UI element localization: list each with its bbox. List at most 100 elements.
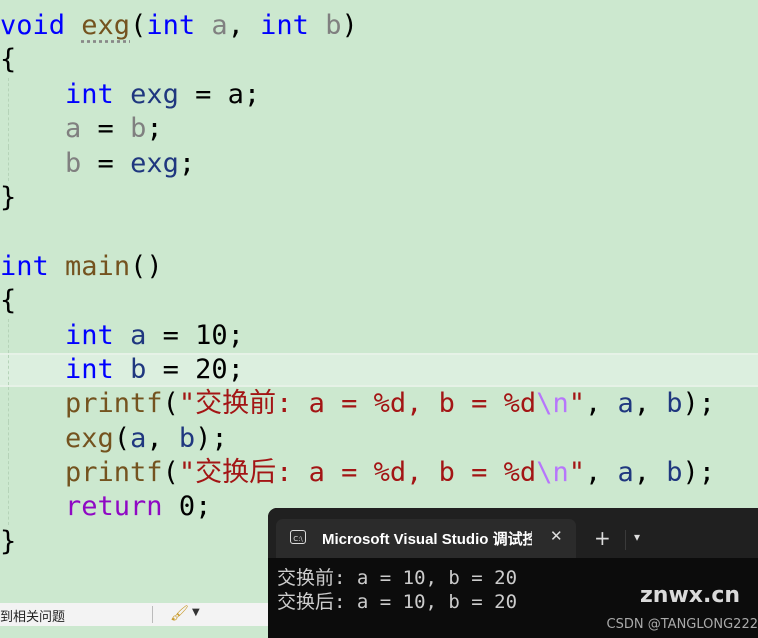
divider xyxy=(152,606,153,623)
code-line[interactable] xyxy=(0,215,758,249)
brush-icon[interactable]: 🖌 xyxy=(170,604,189,622)
indent-guide xyxy=(8,354,9,386)
code-token: , xyxy=(146,422,179,454)
code-line[interactable]: } xyxy=(0,181,758,215)
code-token: void xyxy=(0,10,66,41)
indent-guide xyxy=(8,490,9,525)
indent-guide xyxy=(8,456,9,491)
status-text[interactable]: 到相关问题 xyxy=(0,606,65,625)
code-token: b xyxy=(130,353,147,385)
code-token: b xyxy=(65,147,82,179)
code-token: \n xyxy=(536,457,569,489)
indent-guide xyxy=(8,387,9,422)
code-line[interactable]: printf("交换后: a = %d, b = %d\n", a, b); xyxy=(0,456,758,491)
code-token: ); xyxy=(682,457,716,489)
code-token: return xyxy=(65,491,163,523)
code-token: " xyxy=(568,457,585,489)
output-line: 交换后: a = 10, b = 20 xyxy=(277,591,518,613)
code-token: b xyxy=(178,422,196,454)
code-token: "交换后: a = %d, b = %d xyxy=(178,457,537,489)
code-token: exg xyxy=(130,78,179,110)
code-line[interactable]: { xyxy=(0,43,758,77)
code-token: a xyxy=(211,10,228,41)
code-token: int xyxy=(65,353,114,385)
indent-guide xyxy=(8,146,9,181)
indent-guide xyxy=(8,112,9,147)
code-token: a xyxy=(617,457,634,489)
code-editor[interactable]: void exg(int a, int b){ int exg = a; a =… xyxy=(0,9,758,559)
code-token: int xyxy=(260,10,309,41)
tab-title: Microsoft Visual Studio 调试控制台 xyxy=(322,531,532,548)
watermark-site: znwx.cn xyxy=(640,583,741,608)
code-token: printf xyxy=(65,457,163,489)
code-line[interactable]: int b = 20; xyxy=(0,352,758,388)
terminal-tab-bar: C:\ Microsoft Visual Studio 调试控制台 ✕ + ▾ xyxy=(268,508,758,558)
code-line[interactable]: int main() xyxy=(0,250,758,284)
code-token: , xyxy=(633,388,667,420)
code-line[interactable]: int a = 10; xyxy=(0,318,758,353)
terminal-window: C:\ Microsoft Visual Studio 调试控制台 ✕ + ▾ … xyxy=(268,508,758,638)
code-line[interactable]: { xyxy=(0,284,758,318)
code-line[interactable]: a = b; xyxy=(0,112,758,147)
code-token: int xyxy=(65,319,114,351)
code-line[interactable]: int exg = a; xyxy=(0,77,758,113)
code-token: = xyxy=(81,113,131,145)
code-token: ); xyxy=(682,388,716,420)
code-token: , xyxy=(584,457,618,489)
code-token: printf xyxy=(65,388,163,420)
console-icon: C:\ xyxy=(290,530,306,544)
code-token: } xyxy=(0,525,17,557)
code-token: b xyxy=(666,457,683,489)
code-token: ) xyxy=(341,10,358,41)
code-token: () xyxy=(130,250,163,282)
code-token: int xyxy=(65,78,114,110)
indent-guide xyxy=(8,421,9,457)
code-token: b xyxy=(666,388,683,420)
code-line[interactable]: void exg(int a, int b) xyxy=(0,9,758,43)
code-token: exg xyxy=(65,422,114,454)
indent-guide xyxy=(8,318,9,353)
code-token: a xyxy=(617,388,634,420)
code-token: int xyxy=(0,250,49,282)
watermark-csdn: CSDN @TANGLONG222 xyxy=(606,617,758,632)
new-tab-button[interactable]: + xyxy=(594,526,611,550)
chevron-down-icon[interactable]: ▾ xyxy=(634,530,640,544)
code-token: " xyxy=(568,388,585,420)
code-line[interactable]: exg(a, b); xyxy=(0,421,758,457)
code-token: "交换前: a = %d, b = %d xyxy=(178,388,537,420)
code-token: = 20; xyxy=(146,353,244,385)
code-token: { xyxy=(0,285,17,317)
code-token: = xyxy=(81,147,131,179)
code-token: ( xyxy=(130,10,147,41)
code-token: , xyxy=(584,388,618,420)
code-token: , xyxy=(633,457,667,489)
code-token: a xyxy=(65,113,82,145)
code-token: a xyxy=(130,319,147,351)
code-token: = a; xyxy=(178,78,261,110)
code-line[interactable]: printf("交换前: a = %d, b = %d\n", a, b); xyxy=(0,387,758,422)
code-token: ( xyxy=(113,422,131,454)
close-icon[interactable]: ✕ xyxy=(550,527,563,545)
code-line[interactable]: b = exg; xyxy=(0,146,758,181)
code-token: ( xyxy=(162,457,179,489)
code-token: ( xyxy=(162,388,179,420)
divider xyxy=(625,530,626,550)
code-token: { xyxy=(0,44,17,76)
code-token: } xyxy=(0,181,17,213)
code-token: a xyxy=(130,422,147,454)
chevron-down-icon[interactable]: ▼ xyxy=(192,607,200,618)
terminal-tab[interactable]: C:\ Microsoft Visual Studio 调试控制台 ✕ xyxy=(276,519,576,558)
code-token: 0; xyxy=(162,491,212,523)
code-token: b xyxy=(130,113,147,145)
